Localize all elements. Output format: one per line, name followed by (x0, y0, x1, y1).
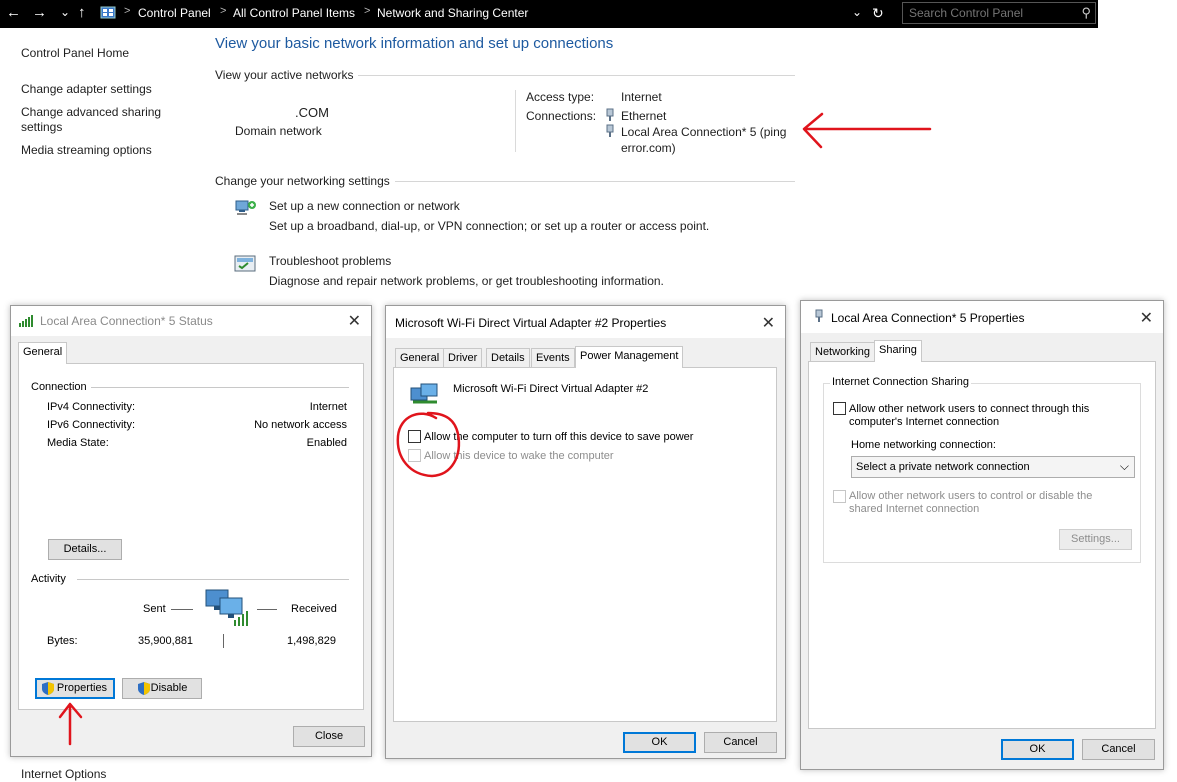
tab-sharing[interactable]: Sharing (874, 340, 922, 362)
tab-power-management[interactable]: Power Management (575, 346, 684, 368)
annotation-layer (58, 112, 932, 746)
arrow-to-properties-annotation (58, 702, 83, 746)
arrow-to-connection-annotation (802, 112, 932, 149)
tab-general[interactable]: General (18, 342, 68, 364)
circle-checkbox-annotation (396, 411, 461, 478)
